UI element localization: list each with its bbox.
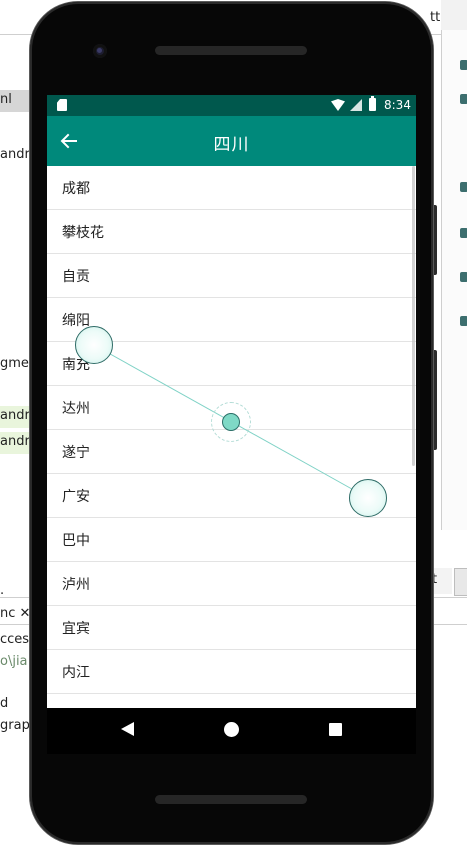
list-item[interactable]: 内江 bbox=[47, 650, 416, 694]
ide-code-line: andr bbox=[0, 408, 30, 423]
status-bar: 8:34 bbox=[47, 95, 416, 116]
touch-point-start bbox=[75, 326, 113, 364]
ide-tab-label[interactable]: nc ✕ bbox=[0, 606, 30, 621]
list-item[interactable]: 攀枝花 bbox=[47, 210, 416, 254]
nav-home-icon[interactable] bbox=[224, 722, 239, 737]
wifi-icon bbox=[331, 99, 345, 111]
list-item-label: 泸州 bbox=[62, 577, 90, 593]
tool-icon[interactable] bbox=[460, 272, 467, 282]
list-item-label: 攀枝花 bbox=[62, 225, 104, 241]
ide-code-line: . bbox=[0, 583, 5, 598]
tool-icon[interactable] bbox=[460, 60, 467, 70]
list-item-label: 巴中 bbox=[62, 533, 90, 549]
list-item[interactable]: 巴中 bbox=[47, 518, 416, 562]
signal-icon bbox=[350, 99, 362, 111]
list-item[interactable]: 泸州 bbox=[47, 562, 416, 606]
list-item-label: 内江 bbox=[62, 665, 90, 681]
nav-back-icon[interactable] bbox=[121, 722, 134, 736]
list-item-label: 宜宾 bbox=[62, 621, 90, 637]
tool-icon[interactable] bbox=[460, 94, 467, 104]
ide-code-line: andr bbox=[0, 434, 30, 449]
list-item-label: 达州 bbox=[62, 401, 90, 417]
list-item-label: 遂宁 bbox=[62, 445, 90, 461]
page-title: 四川 bbox=[213, 135, 250, 155]
earpiece-speaker bbox=[155, 46, 307, 55]
ide-log-line: o\jia bbox=[0, 654, 28, 669]
tool-icon[interactable] bbox=[460, 228, 467, 238]
nav-recents-icon[interactable] bbox=[329, 723, 342, 736]
list-item-label: 成都 bbox=[62, 181, 90, 197]
list-item[interactable]: 宜宾 bbox=[47, 606, 416, 650]
touch-point-end bbox=[349, 479, 387, 517]
bottom-speaker bbox=[155, 795, 307, 804]
ide-log-line: grap bbox=[0, 718, 30, 733]
ide-log-line: d bbox=[0, 696, 9, 711]
navigation-bar bbox=[47, 708, 416, 754]
list-item-label: 广安 bbox=[62, 489, 90, 505]
ide-code-line: nl bbox=[0, 92, 12, 107]
sd-card-icon bbox=[57, 99, 67, 111]
ide-tab-handle[interactable] bbox=[454, 568, 467, 596]
ide-top-right-text: tt bbox=[430, 10, 441, 25]
front-camera bbox=[93, 44, 107, 58]
ide-code-line: andr bbox=[0, 147, 30, 162]
list-item-label: 自贡 bbox=[62, 269, 90, 285]
list-item[interactable]: 成都 bbox=[47, 166, 416, 210]
list-item[interactable]: 自贡 bbox=[47, 254, 416, 298]
tool-icon[interactable] bbox=[460, 182, 467, 192]
list-scrollbar[interactable] bbox=[412, 166, 415, 466]
app-bar: 四川 bbox=[47, 116, 416, 166]
ide-tab[interactable]: t bbox=[430, 568, 452, 594]
tool-icon[interactable] bbox=[460, 316, 467, 326]
ide-top-right-area bbox=[441, 0, 467, 30]
touch-point-center bbox=[222, 413, 240, 431]
battery-icon bbox=[369, 96, 376, 111]
status-time: 8:34 bbox=[384, 98, 411, 112]
